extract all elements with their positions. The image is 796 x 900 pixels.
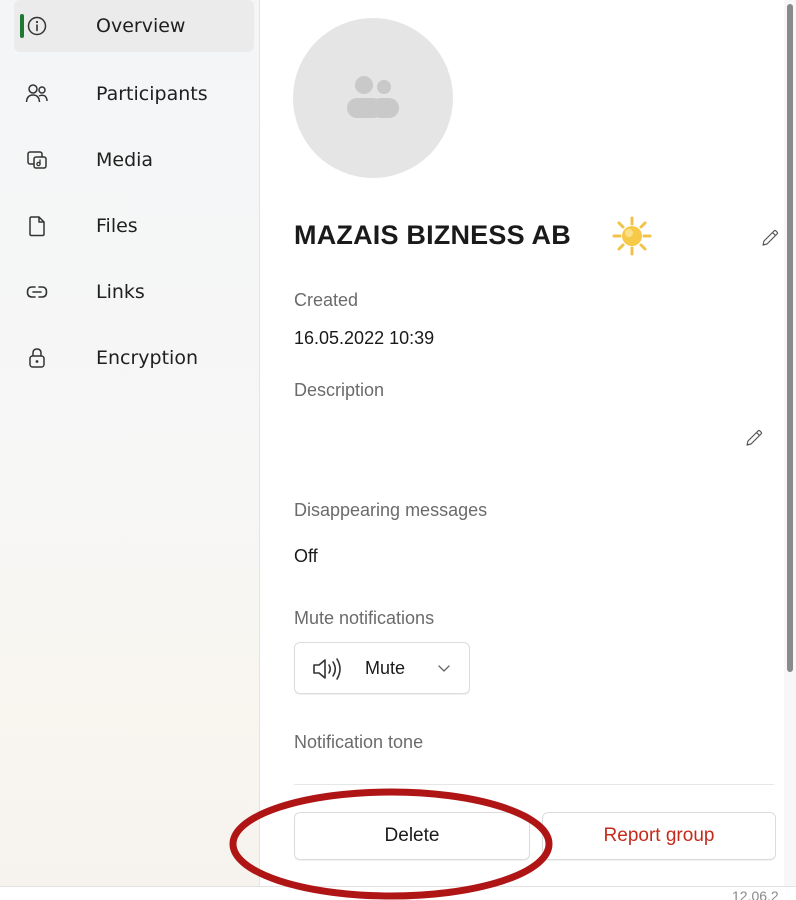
nav-item-overview[interactable]: Overview <box>14 0 254 52</box>
created-label: Created <box>294 290 359 310</box>
pencil-icon <box>746 429 763 446</box>
disappearing-messages-label: Disappearing messages <box>294 500 488 520</box>
media-icon <box>24 147 50 173</box>
nav-label-participants: Participants <box>96 83 208 105</box>
sidebar-nav: Overview Participants Media Files Links <box>0 0 260 886</box>
group-details-window: Overview Participants Media Files Links <box>0 0 796 886</box>
window-bottom-edge <box>0 886 796 900</box>
disappearing-messages-value: Off <box>294 546 318 566</box>
info-icon <box>24 13 50 39</box>
people-icon <box>24 81 50 107</box>
edit-description-button[interactable] <box>740 424 768 452</box>
pencil-icon <box>762 229 779 246</box>
nav-item-files[interactable]: Files <box>14 200 254 252</box>
nav-label-encryption: Encryption <box>96 347 199 369</box>
nav-item-participants[interactable]: Participants <box>14 68 254 120</box>
nav-label-media: Media <box>96 149 154 171</box>
delete-button[interactable]: Delete <box>294 812 530 860</box>
nav-label-overview: Overview <box>96 15 186 37</box>
created-value: 16.05.2022 10:39 <box>294 328 435 348</box>
group-title-row: MAZAIS BIZNESS AB <box>294 212 779 262</box>
description-label: Description <box>294 380 385 400</box>
scrollbar-thumb[interactable] <box>787 4 793 672</box>
nav-item-encryption[interactable]: Encryption <box>14 332 254 384</box>
chevron-down-icon <box>438 665 450 672</box>
sun-icon <box>612 216 652 256</box>
nav-item-media[interactable]: Media <box>14 134 254 186</box>
scrollbar[interactable] <box>784 0 796 886</box>
group-avatar-icon <box>347 76 399 118</box>
nav-item-links[interactable]: Links <box>14 266 254 318</box>
link-icon <box>24 279 50 305</box>
mute-notifications-label: Mute notifications <box>294 608 435 628</box>
lock-icon <box>24 345 50 371</box>
actions-divider <box>294 784 774 785</box>
overview-panel: MAZAIS BIZNESS AB Created 16.05.2022 10:… <box>262 0 786 886</box>
group-avatar <box>293 18 453 178</box>
mute-button-label: Mute <box>365 658 406 678</box>
speaker-icon <box>313 658 341 680</box>
group-name: MAZAIS BIZNESS AB <box>294 220 571 250</box>
report-group-button[interactable]: Report group <box>542 812 776 860</box>
edit-name-button[interactable] <box>756 224 784 252</box>
notification-tone-label: Notification tone <box>294 732 424 752</box>
background-timestamp: 12.06.2 <box>732 888 779 900</box>
mute-dropdown-button[interactable]: Mute <box>294 642 470 694</box>
nav-label-links: Links <box>96 281 145 303</box>
file-icon <box>24 213 50 239</box>
nav-label-files: Files <box>96 215 138 237</box>
